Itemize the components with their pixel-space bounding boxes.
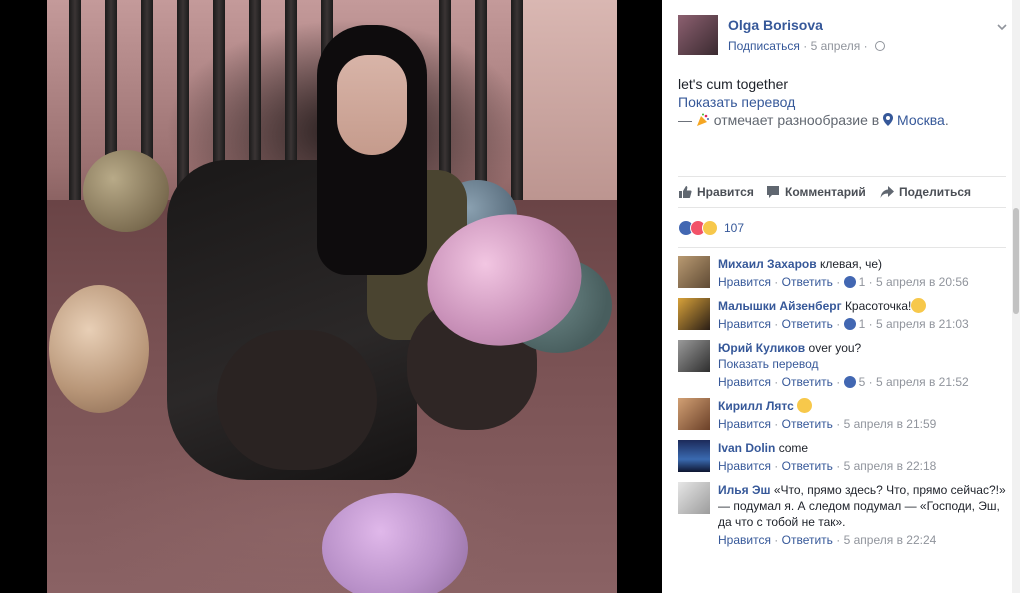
comment-like-link[interactable]: Нравится xyxy=(718,375,771,389)
comment-like-link[interactable]: Нравится xyxy=(718,317,771,331)
comment-reply-link[interactable]: Ответить xyxy=(782,459,833,473)
comment-button[interactable]: Комментарий xyxy=(766,185,866,199)
commenter-name[interactable]: Михаил Захаров xyxy=(718,257,817,271)
comment-text: come xyxy=(778,441,809,455)
comment-time[interactable]: 5 апреля в 22:18 xyxy=(844,459,937,473)
comment-time[interactable]: 5 апреля в 21:59 xyxy=(844,417,937,431)
location-link[interactable]: Москва xyxy=(897,112,945,128)
comment-time[interactable]: 5 апреля в 22:24 xyxy=(844,533,937,547)
commenter-avatar[interactable] xyxy=(678,256,710,288)
comment-like-link[interactable]: Нравится xyxy=(718,275,771,289)
comment-reply-link[interactable]: Ответить xyxy=(782,317,833,331)
comment-reply-link[interactable]: Ответить xyxy=(782,375,833,389)
like-icon xyxy=(843,276,856,288)
comments-scrollbar[interactable] xyxy=(1012,0,1020,593)
comment-text: Красоточка! xyxy=(844,299,912,313)
smile-emoji-icon xyxy=(797,398,813,413)
comment-reply-link[interactable]: Ответить xyxy=(782,275,833,289)
scrollbar-thumb[interactable] xyxy=(1013,208,1019,314)
heart-eyes-emoji-icon xyxy=(911,298,927,313)
like-icon xyxy=(843,376,856,388)
haha-icon xyxy=(702,220,718,236)
share-arrow-icon xyxy=(880,186,894,198)
commenter-name[interactable]: Малышки Айзенберг xyxy=(718,299,842,313)
comment-time[interactable]: 5 апреля в 20:56 xyxy=(876,275,969,289)
commenter-name[interactable]: Илья Эш xyxy=(718,483,771,497)
comment-like-link[interactable]: Нравится xyxy=(718,533,771,547)
commenter-avatar[interactable] xyxy=(678,482,710,514)
comment-text: over you? xyxy=(808,341,862,355)
post-text: let's cum together xyxy=(678,76,789,92)
commenter-avatar[interactable] xyxy=(678,440,710,472)
post-photo[interactable] xyxy=(47,0,617,593)
commenter-avatar[interactable] xyxy=(678,298,710,330)
comment-text: клевая, че) xyxy=(819,257,883,271)
comment-likes-count[interactable]: 5 xyxy=(859,375,866,389)
post-actions: Нравится Комментарий Поделиться xyxy=(678,176,1006,208)
thumbs-up-icon xyxy=(679,186,692,198)
comment-time[interactable]: 5 апреля в 21:03 xyxy=(876,317,969,331)
reactions-count[interactable]: 107 xyxy=(724,221,744,235)
globe-icon xyxy=(874,41,885,51)
commenter-avatar[interactable] xyxy=(678,398,710,430)
like-button[interactable]: Нравится xyxy=(678,185,754,199)
author-avatar[interactable] xyxy=(678,15,718,55)
reactions-summary[interactable]: 107 xyxy=(678,218,1006,248)
photo-viewer xyxy=(0,0,662,593)
comment-meta: Нравится · Ответить · 1 · 5 апреля в 21:… xyxy=(718,317,969,331)
author-name[interactable]: Olga Borisova xyxy=(728,17,823,33)
comment-meta: Нравится · Ответить · 5 апреля в 22:24 xyxy=(718,533,937,547)
commenter-name[interactable]: Юрий Куликов xyxy=(718,341,805,355)
commenter-name[interactable]: Кирилл Лятс xyxy=(718,399,794,413)
comment-likes-count[interactable]: 1 xyxy=(859,317,866,331)
post-header: Olga Borisova Подписаться · 5 апреля · xyxy=(678,15,1008,55)
chevron-down-icon[interactable] xyxy=(996,21,1008,33)
comment-meta: Нравится · Ответить · 5 апреля в 21:59 xyxy=(718,417,937,431)
commenter-name[interactable]: Ivan Dolin xyxy=(718,441,775,455)
comment-meta: Нравится · Ответить · 1 · 5 апреля в 20:… xyxy=(718,275,969,289)
comment-time[interactable]: 5 апреля в 21:52 xyxy=(876,375,969,389)
comment-meta: Нравится · Ответить · 5 · 5 апреля в 21:… xyxy=(718,375,969,389)
activity-line: — отмечает разнообразие в Москва. xyxy=(678,112,949,128)
comment-icon xyxy=(767,186,779,198)
comment-meta: Нравится · Ответить · 5 апреля в 22:18 xyxy=(718,459,937,473)
commenter-avatar[interactable] xyxy=(678,340,710,372)
comment-reply-link[interactable]: Ответить xyxy=(782,417,833,431)
post-meta: Подписаться · 5 апреля · xyxy=(728,39,885,53)
like-icon xyxy=(843,318,856,330)
subscribe-link[interactable]: Подписаться xyxy=(728,39,800,53)
comment-like-link[interactable]: Нравится xyxy=(718,417,771,431)
show-translation-link[interactable]: Показать перевод xyxy=(678,94,795,110)
location-pin-icon xyxy=(883,113,894,126)
show-translation-link[interactable]: Показать перевод xyxy=(718,356,1008,372)
share-button[interactable]: Поделиться xyxy=(880,185,971,199)
comment-reply-link[interactable]: Ответить xyxy=(782,533,833,547)
comment-like-link[interactable]: Нравится xyxy=(718,459,771,473)
post-date[interactable]: 5 апреля xyxy=(811,39,861,53)
post-side-panel: Olga Borisova Подписаться · 5 апреля · l… xyxy=(662,0,1022,593)
party-icon xyxy=(696,113,710,127)
comment-likes-count[interactable]: 1 xyxy=(859,275,866,289)
